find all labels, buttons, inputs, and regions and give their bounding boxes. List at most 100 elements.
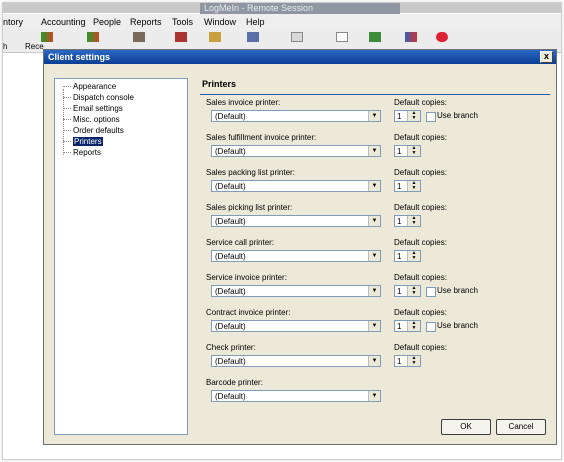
chevron-down-icon[interactable]: ▼ (368, 146, 380, 156)
menu-item-window[interactable]: Window (204, 17, 236, 27)
sales-picking-list-printer-select[interactable]: (Default) ▼ (211, 215, 381, 227)
edit-icon[interactable] (291, 32, 303, 42)
service-call-printer-label: Service call printer: (206, 238, 275, 247)
barcode-printer-select[interactable]: (Default) ▼ (211, 390, 381, 402)
check-printer-value: (Default) (215, 357, 246, 366)
chevron-down-icon[interactable]: ▼ (368, 216, 380, 226)
close-icon[interactable]: x (540, 51, 553, 63)
check-copies-stepper[interactable]: 1 ▲ ▼ (394, 355, 421, 367)
sales-fulfillment-invoice-printer-select[interactable]: (Default) ▼ (211, 145, 381, 157)
service-invoice-copies-value: 1 (397, 287, 402, 296)
spinner-arrows-icon[interactable]: ▲ ▼ (407, 286, 420, 296)
sales-fulfillment-invoice-printer-label: Sales fulfillment invoice printer: (206, 133, 317, 142)
sales-packing-list-copies-stepper[interactable]: 1 ▲ ▼ (394, 180, 421, 192)
panel-title: Printers (202, 79, 237, 89)
sales-invoice-use-branch-checkbox[interactable] (426, 112, 436, 122)
tree-item-appearance[interactable]: Appearance (63, 82, 116, 91)
spinner-arrows-icon[interactable]: ▲ ▼ (407, 321, 420, 331)
sales-picking-list-printer-value: (Default) (215, 217, 246, 226)
sales-invoice-copies-stepper[interactable]: 1 ▲ ▼ (394, 110, 421, 122)
menu-item-tools[interactable]: Tools (172, 17, 193, 27)
spinner-arrows-icon[interactable]: ▲ ▼ (407, 111, 420, 121)
spinner-arrows-icon[interactable]: ▲ ▼ (407, 181, 420, 191)
contract-invoice-copies-value: 1 (397, 322, 402, 331)
sales-packing-list-printer-label: Sales packing list printer: (206, 168, 295, 177)
sales-invoice-printer-label: Sales invoice printer: (206, 98, 281, 107)
check-copies-label: Default copies: (394, 343, 447, 352)
barcode-printer-label: Barcode printer: (206, 378, 263, 387)
service-invoice-use-branch-checkbox[interactable] (426, 287, 436, 297)
service-invoice-copies-label: Default copies: (394, 273, 447, 282)
menu-item-people[interactable]: People (93, 17, 121, 27)
contract-invoice-use-branch-checkbox[interactable] (426, 322, 436, 332)
settings-tree: Appearance Dispatch console Email settin… (54, 78, 188, 435)
service-call-copies-stepper[interactable]: 1 ▲ ▼ (394, 250, 421, 262)
contract-invoice-printer-select[interactable]: (Default) ▼ (211, 320, 381, 332)
sales-fulfillment-invoice-copies-stepper[interactable]: 1 ▲ ▼ (394, 145, 421, 157)
service-invoice-printer-value: (Default) (215, 287, 246, 296)
screenshot-frame: LogMeIn - Remote Session ntory Accountin… (2, 2, 562, 460)
chevron-down-icon[interactable]: ▼ (368, 251, 380, 261)
chevron-down-icon[interactable]: ▼ (368, 111, 380, 121)
cancel-button[interactable]: Cancel (496, 419, 546, 435)
chevron-down-icon[interactable]: ▼ (368, 321, 380, 331)
check-printer-select[interactable]: (Default) ▼ (211, 355, 381, 367)
document-icon[interactable] (336, 32, 348, 42)
receive-icon[interactable] (41, 32, 53, 42)
tree-item-order-defaults[interactable]: Order defaults (63, 126, 124, 135)
transfer-icon[interactable] (87, 32, 99, 42)
contract-invoice-copies-label: Default copies: (394, 308, 447, 317)
gear-icon[interactable] (247, 32, 259, 42)
menu-item-inventory[interactable]: ntory (3, 17, 23, 27)
dialog-titlebar: Client settings x (44, 50, 556, 64)
chart-icon[interactable] (405, 32, 417, 42)
sales-packing-list-copies-value: 1 (397, 182, 402, 191)
spinner-arrows-icon[interactable]: ▲ ▼ (407, 216, 420, 226)
sales-fulfillment-invoice-copies-value: 1 (397, 147, 402, 156)
tree-item-printers[interactable]: Printers (63, 137, 103, 146)
sales-invoice-printer-select[interactable]: (Default) ▼ (211, 110, 381, 122)
menu-item-help[interactable]: Help (246, 17, 265, 27)
people-icon[interactable] (133, 32, 145, 42)
sales-invoice-copies-label: Default copies: (394, 98, 447, 107)
tree-item-email-settings[interactable]: Email settings (63, 104, 123, 113)
sales-packing-list-printer-select[interactable]: (Default) ▼ (211, 180, 381, 192)
chevron-down-icon[interactable]: ▼ (368, 286, 380, 296)
chevron-down-icon[interactable]: ▼ (368, 181, 380, 191)
spinner-arrows-icon[interactable]: ▲ ▼ (407, 356, 420, 366)
contract-invoice-use-branch-label: Use branch (437, 321, 478, 330)
sales-invoice-copies-value: 1 (397, 112, 402, 121)
sales-packing-list-printer-value: (Default) (215, 182, 246, 191)
contract-invoice-copies-stepper[interactable]: 1 ▲ ▼ (394, 320, 421, 332)
service-invoice-printer-label: Service invoice printer: (206, 273, 287, 282)
service-call-printer-select[interactable]: (Default) ▼ (211, 250, 381, 262)
ok-button[interactable]: OK (441, 419, 491, 435)
barcode-printer-value: (Default) (215, 392, 246, 401)
menu-item-reports[interactable]: Reports (130, 17, 162, 27)
tree-item-dispatch-console[interactable]: Dispatch console (63, 93, 134, 102)
spinner-arrows-icon[interactable]: ▲ ▼ (407, 251, 420, 261)
tree-item-reports[interactable]: Reports (63, 148, 101, 157)
export-icon[interactable] (369, 32, 381, 42)
client-settings-dialog: Client settings x Appearance Dispatch co… (43, 49, 557, 445)
sales-invoice-use-branch-label: Use branch (437, 111, 478, 120)
device-icon[interactable] (175, 32, 187, 42)
service-invoice-copies-stepper[interactable]: 1 ▲ ▼ (394, 285, 421, 297)
check-printer-label: Check printer: (206, 343, 256, 352)
check-copies-value: 1 (397, 357, 402, 366)
service-invoice-printer-select[interactable]: (Default) ▼ (211, 285, 381, 297)
spinner-arrows-icon[interactable]: ▲ ▼ (407, 146, 420, 156)
stop-icon[interactable] (436, 32, 448, 42)
chevron-down-icon[interactable]: ▼ (368, 391, 380, 401)
sales-packing-list-copies-label: Default copies: (394, 168, 447, 177)
background-menubar: ntory Accounting People Reports Tools Wi… (3, 14, 561, 30)
chevron-down-icon[interactable]: ▼ (368, 356, 380, 366)
sales-picking-list-copies-label: Default copies: (394, 203, 447, 212)
service-call-printer-value: (Default) (215, 252, 246, 261)
contract-invoice-printer-label: Contract invoice printer: (206, 308, 291, 317)
sales-picking-list-copies-stepper[interactable]: 1 ▲ ▼ (394, 215, 421, 227)
tree-item-misc-options[interactable]: Misc. options (63, 115, 120, 124)
sales-invoice-printer-value: (Default) (215, 112, 246, 121)
menu-item-accounting[interactable]: Accounting (41, 17, 86, 27)
schedule-icon[interactable] (209, 32, 221, 42)
